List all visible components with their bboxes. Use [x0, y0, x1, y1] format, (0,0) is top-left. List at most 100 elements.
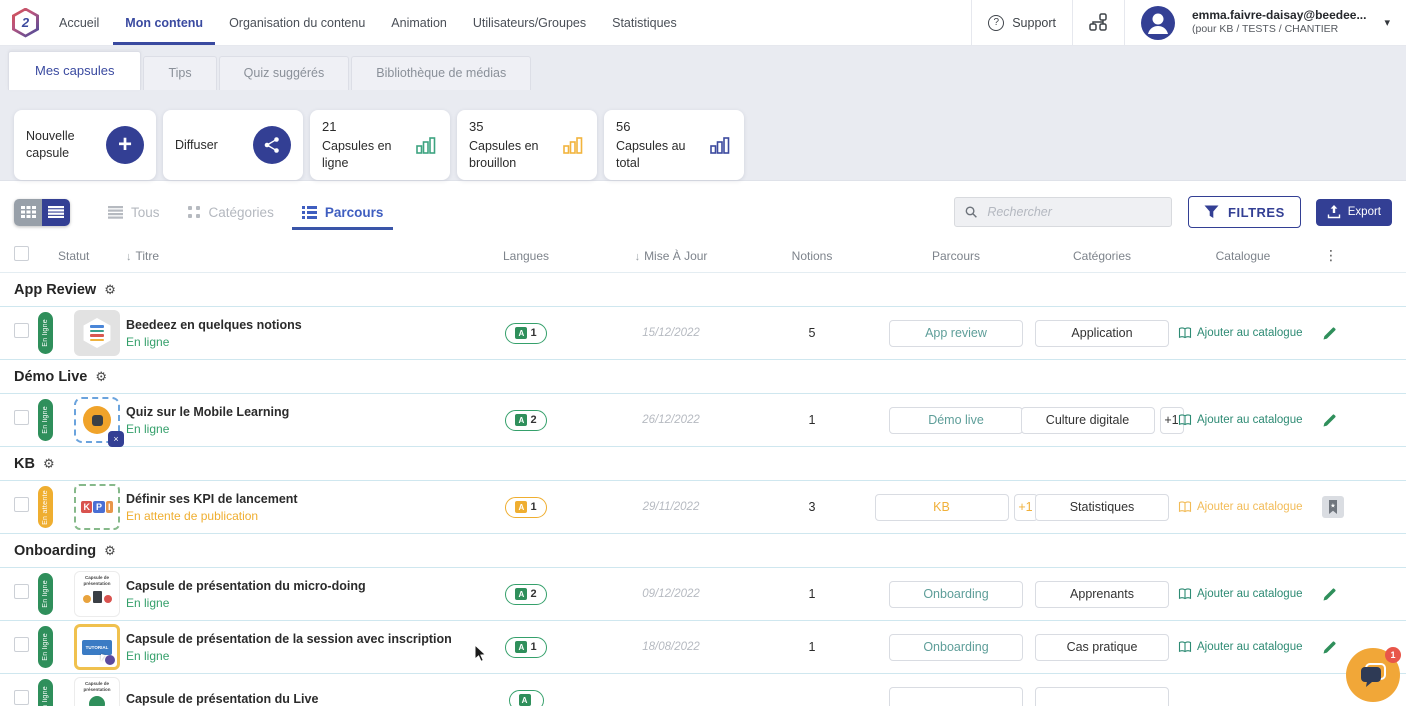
add-to-catalog-link[interactable]: Ajouter au catalogue: [1170, 588, 1316, 600]
parcours-chip[interactable]: Démo live: [889, 407, 1023, 434]
row-checkbox[interactable]: [14, 637, 29, 652]
user-context: (pour KB / TESTS / CHANTIER: [1192, 23, 1366, 36]
nav-animation[interactable]: Animation: [391, 0, 447, 45]
header-notions[interactable]: Notions: [746, 249, 878, 263]
book-icon: [1178, 414, 1192, 426]
gear-icon[interactable]: ⚙: [104, 543, 116, 559]
parcours-chip[interactable]: KB: [875, 494, 1009, 521]
export-button[interactable]: Export: [1316, 199, 1392, 226]
row-checkbox[interactable]: [14, 690, 29, 705]
capsule-title[interactable]: Beedeez en quelques notions: [126, 318, 456, 332]
category-chip[interactable]: [1035, 687, 1169, 706]
new-capsule-card[interactable]: Nouvelle capsule +: [14, 110, 156, 180]
languages-badge[interactable]: A1: [505, 497, 546, 518]
filter-tous[interactable]: Tous: [108, 205, 160, 220]
header-catalogue[interactable]: Catalogue: [1170, 249, 1316, 263]
select-all-checkbox[interactable]: [14, 246, 29, 261]
capsule-title[interactable]: Définir ses KPI de lancement: [126, 492, 456, 506]
column-menu-icon[interactable]: ⋮: [1316, 247, 1406, 264]
row-checkbox[interactable]: [14, 323, 29, 338]
add-to-catalog-link[interactable]: Ajouter au catalogue: [1170, 501, 1316, 513]
support-button[interactable]: ? Support: [971, 0, 1072, 45]
chat-widget[interactable]: 1: [1346, 648, 1400, 702]
table-row: En ligne TUTORIAL Capsule de présentatio…: [0, 621, 1406, 674]
group-header-demo-live: Démo Live ⚙: [0, 360, 1406, 393]
stat-card-online[interactable]: 21 Capsules en ligne: [310, 110, 450, 180]
hierarchy-button[interactable]: [1072, 0, 1124, 45]
category-chip[interactable]: Application: [1035, 320, 1169, 347]
nav-mon-contenu[interactable]: Mon contenu: [125, 0, 203, 45]
updated-date: 15/12/2022: [596, 327, 746, 339]
bookmark-icon[interactable]: ★: [1322, 496, 1344, 518]
row-checkbox[interactable]: [14, 584, 29, 599]
edit-icon[interactable]: [1322, 413, 1337, 428]
edit-icon[interactable]: [1322, 640, 1337, 655]
list-view-button[interactable]: [42, 199, 70, 226]
capsule-thumbnail[interactable]: TUTORIAL: [74, 624, 120, 670]
header-categories[interactable]: Catégories: [1034, 249, 1170, 263]
capsule-title[interactable]: Capsule de présentation du micro-doing: [126, 579, 456, 593]
draft-count: 35: [469, 118, 555, 136]
capsule-title[interactable]: Capsule de présentation du Live: [126, 692, 456, 706]
add-to-catalog-link[interactable]: Ajouter au catalogue: [1170, 414, 1316, 426]
user-menu[interactable]: emma.faivre-daisay@beedee... (pour KB / …: [1124, 0, 1406, 45]
parcours-chip[interactable]: Onboarding: [889, 634, 1023, 661]
capsule-thumbnail[interactable]: ×: [74, 397, 120, 443]
nav-statistiques[interactable]: Statistiques: [612, 0, 677, 45]
row-checkbox[interactable]: [14, 497, 29, 512]
category-chip[interactable]: Culture digitale: [1021, 407, 1155, 434]
stat-card-draft[interactable]: 35 Capsules en brouillon: [457, 110, 597, 180]
header-mise-a-jour[interactable]: ↓Mise À Jour: [596, 249, 746, 263]
filters-button[interactable]: FILTRES: [1188, 196, 1301, 228]
filter-parcours[interactable]: Parcours: [302, 205, 384, 220]
beedeez-logo-icon[interactable]: 2: [12, 8, 39, 38]
tab-mes-capsules[interactable]: Mes capsules: [8, 51, 141, 90]
languages-badge[interactable]: A2: [505, 584, 546, 605]
edit-icon[interactable]: [1322, 326, 1337, 341]
add-to-catalog-link[interactable]: Ajouter au catalogue: [1170, 641, 1316, 653]
stat-card-total[interactable]: 56 Capsules au total: [604, 110, 744, 180]
category-chip[interactable]: Apprenants: [1035, 581, 1169, 608]
edit-icon[interactable]: [1322, 587, 1337, 602]
capsule-thumbnail[interactable]: Capsule de présentation: [74, 571, 120, 617]
parcours-chip[interactable]: Onboarding: [889, 581, 1023, 608]
header-titre[interactable]: ↓Titre: [126, 249, 456, 263]
parcours-chip[interactable]: App review: [889, 320, 1023, 347]
nav-utilisateurs-groupes[interactable]: Utilisateurs/Groupes: [473, 0, 586, 45]
add-to-catalog-link[interactable]: Ajouter au catalogue: [1170, 327, 1316, 339]
gear-icon[interactable]: ⚙: [104, 282, 116, 298]
capsule-title[interactable]: Quiz sur le Mobile Learning: [126, 405, 456, 419]
header-langues[interactable]: Langues: [456, 249, 596, 263]
new-capsule-label: Nouvelle capsule: [26, 128, 102, 162]
grid-view-button[interactable]: [14, 199, 42, 226]
support-label: Support: [1012, 16, 1056, 30]
search-input[interactable]: [985, 204, 1161, 220]
tab-bibliotheque-medias[interactable]: Bibliothèque de médias: [351, 56, 531, 90]
languages-badge[interactable]: A1: [505, 323, 546, 344]
parcours-chip[interactable]: [889, 687, 1023, 706]
table-row: En ligne Capsule de présentation Capsule…: [0, 567, 1406, 621]
languages-badge[interactable]: A: [509, 690, 544, 706]
tab-tips[interactable]: Tips: [143, 56, 216, 90]
header-parcours[interactable]: Parcours: [878, 249, 1034, 263]
capsule-title[interactable]: Capsule de présentation de la session av…: [126, 632, 456, 646]
languages-badge[interactable]: A2: [505, 410, 546, 431]
tab-quiz-suggeres[interactable]: Quiz suggérés: [219, 56, 350, 90]
capsule-thumbnail[interactable]: KPI: [74, 484, 120, 530]
header-statut[interactable]: Statut: [38, 249, 126, 263]
capsule-thumbnail[interactable]: [74, 310, 120, 356]
category-chip[interactable]: Statistiques: [1035, 494, 1169, 521]
filter-categories[interactable]: Catégories: [188, 205, 274, 220]
main-nav: Accueil Mon contenu Organisation du cont…: [59, 0, 677, 45]
languages-badge[interactable]: A1: [505, 637, 546, 658]
grid-icon: [21, 206, 36, 218]
diffuse-card[interactable]: Diffuser: [163, 110, 303, 180]
gear-icon[interactable]: ⚙: [43, 456, 55, 472]
close-icon[interactable]: ×: [108, 431, 124, 447]
row-checkbox[interactable]: [14, 410, 29, 425]
nav-organisation-du-contenu[interactable]: Organisation du contenu: [229, 0, 365, 45]
nav-accueil[interactable]: Accueil: [59, 0, 99, 45]
gear-icon[interactable]: ⚙: [95, 369, 107, 385]
category-chip[interactable]: Cas pratique: [1035, 634, 1169, 661]
capsule-thumbnail[interactable]: Capsule de présentation: [74, 677, 120, 706]
